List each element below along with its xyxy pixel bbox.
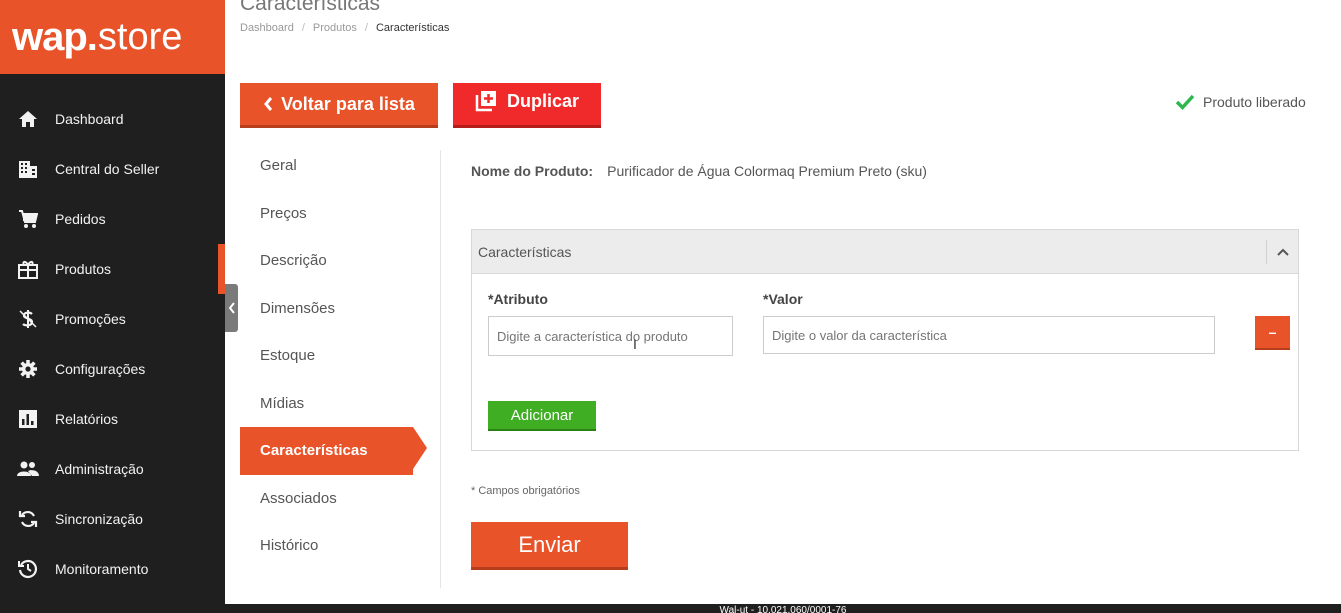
- page-title: Características: [240, 0, 381, 15]
- back-to-list-label: Voltar para lista: [281, 93, 415, 114]
- chevron-left-icon: [264, 97, 273, 111]
- tab-dimensoes[interactable]: Dimensões: [240, 285, 440, 333]
- sidebar-item-label: Promoções: [55, 311, 126, 327]
- sidebar-item-label: Administração: [55, 461, 144, 477]
- sidebar-item-label: Produtos: [55, 261, 112, 277]
- clock-icon: [8, 559, 48, 579]
- footer: Wal-ut - 10.021.060/0001-76: [225, 604, 1341, 613]
- product-status: Produto liberado: [1175, 94, 1306, 110]
- tab-geral[interactable]: Geral: [240, 142, 440, 190]
- product-name-value: Purificador de Água Colormaq Premium Pre…: [607, 163, 927, 179]
- tab-associados[interactable]: Associados: [240, 475, 440, 523]
- remove-row-button[interactable]: –: [1255, 316, 1290, 348]
- breadcrumb-produtos[interactable]: Produtos: [313, 22, 357, 34]
- sidebar-item-sincronizacao[interactable]: Sincronização: [0, 494, 225, 544]
- required-fields-note: * Campos obrigatórios: [471, 485, 580, 497]
- breadcrumb: Dashboard / Produtos / Características: [240, 22, 449, 34]
- duplicate-icon: [475, 91, 496, 112]
- characteristics-panel: Características *Atributo *Valor – Adici…: [471, 229, 1299, 451]
- tab-estoque[interactable]: Estoque: [240, 332, 440, 380]
- footer-text: Wal-ut - 10.021.060/0001-76: [719, 605, 847, 613]
- panel-title: Características: [478, 243, 572, 260]
- back-to-list-button[interactable]: Voltar para lista: [240, 83, 438, 125]
- logo-wap-text: wap: [12, 14, 88, 59]
- sidebar-item-promocoes[interactable]: Promoções: [0, 294, 225, 344]
- sidebar-item-produtos[interactable]: Produtos: [0, 244, 225, 294]
- sidebar-item-central-do-seller[interactable]: Central do Seller: [0, 144, 225, 194]
- sidebar-item-configuracoes[interactable]: Configurações: [0, 344, 225, 394]
- attribute-input[interactable]: [488, 316, 733, 356]
- attribute-label: *Atributo: [488, 291, 548, 307]
- home-icon: [8, 109, 48, 129]
- sidebar: wap. store Dashboard Central do Seller Pe…: [0, 0, 225, 613]
- logo-store-text: store: [97, 15, 183, 58]
- sync-icon: [8, 509, 48, 529]
- chevron-left-icon: [228, 302, 235, 314]
- sidebar-nav: Dashboard Central do Seller Pedidos Prod…: [0, 94, 225, 594]
- tab-descricao[interactable]: Descrição: [240, 237, 440, 285]
- sidebar-item-label: Monitoramento: [55, 561, 149, 577]
- dollar-icon: [8, 309, 48, 329]
- status-label: Produto liberado: [1203, 94, 1306, 110]
- tab-midias[interactable]: Mídias: [240, 380, 440, 428]
- submit-button[interactable]: Enviar: [471, 522, 628, 567]
- gear-icon: [8, 359, 48, 379]
- tab-caracteristicas[interactable]: Características: [240, 427, 427, 475]
- product-tabs: Geral Preços Descrição Dimensões Estoque…: [240, 142, 440, 570]
- logo[interactable]: wap. store: [0, 0, 225, 74]
- sidebar-item-dashboard[interactable]: Dashboard: [0, 94, 225, 144]
- product-name-label: Nome do Produto:: [471, 163, 594, 179]
- breadcrumb-dashboard[interactable]: Dashboard: [240, 22, 294, 34]
- value-input[interactable]: [763, 316, 1215, 354]
- sidebar-item-label: Dashboard: [55, 111, 124, 127]
- breadcrumb-separator: /: [301, 22, 305, 34]
- tab-precos[interactable]: Preços: [240, 190, 440, 238]
- chevron-up-icon: [1276, 248, 1289, 256]
- cart-icon: [8, 209, 48, 229]
- breadcrumb-current: Características: [375, 22, 450, 34]
- logo-dot: .: [86, 14, 98, 59]
- sidebar-item-label: Sincronização: [55, 511, 143, 527]
- sidebar-item-relatorios[interactable]: Relatórios: [0, 394, 225, 444]
- chart-icon: [8, 409, 48, 429]
- sidebar-item-label: Configurações: [55, 361, 146, 377]
- users-icon: [8, 459, 48, 479]
- sidebar-item-label: Relatórios: [55, 411, 119, 427]
- tab-historico[interactable]: Histórico: [240, 522, 440, 570]
- sidebar-item-pedidos[interactable]: Pedidos: [0, 194, 225, 244]
- checkmark-icon: [1175, 94, 1195, 110]
- gift-box-icon: [8, 259, 48, 279]
- panel-header[interactable]: Características: [472, 230, 1298, 274]
- value-label: *Valor: [763, 291, 803, 307]
- sidebar-item-label: Central do Seller: [55, 161, 160, 177]
- sidebar-item-monitoramento[interactable]: Monitoramento: [0, 544, 225, 594]
- sidebar-collapse-button[interactable]: [225, 284, 238, 332]
- duplicate-label: Duplicar: [506, 90, 580, 111]
- duplicate-button[interactable]: Duplicar: [453, 83, 601, 125]
- text-cursor-icon: I: [633, 336, 637, 352]
- building-icon: [8, 159, 48, 179]
- sidebar-item-administracao[interactable]: Administração: [0, 444, 225, 494]
- product-name-row: Nome do Produto: Purificador de Água Col…: [471, 163, 927, 179]
- sidebar-item-label: Pedidos: [55, 211, 106, 227]
- breadcrumb-separator: /: [364, 22, 368, 34]
- tabs-divider: [440, 150, 441, 588]
- add-characteristic-button[interactable]: Adicionar: [488, 401, 596, 429]
- collapse-panel-button[interactable]: [1266, 240, 1298, 264]
